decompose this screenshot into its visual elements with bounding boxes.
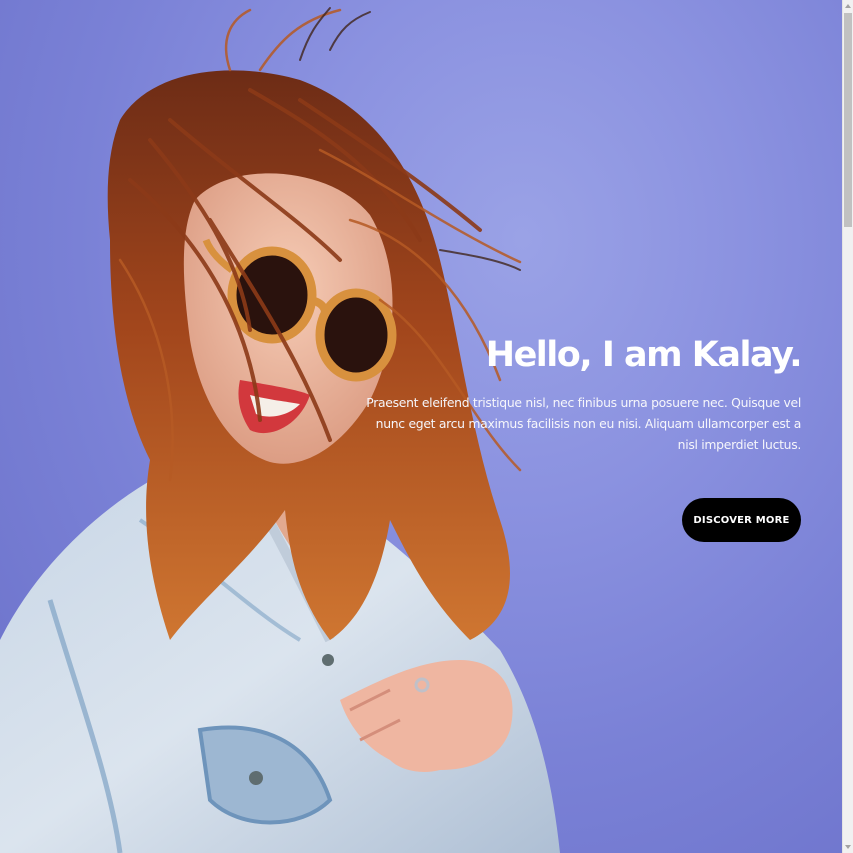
hero-title: Hello, I am Kalay.: [485, 335, 803, 375]
scroll-down-arrow-icon[interactable]: [845, 845, 851, 849]
scroll-up-arrow-icon[interactable]: [845, 4, 851, 8]
discover-more-button[interactable]: DISCOVER MORE: [682, 498, 801, 542]
scrollbar-thumb[interactable]: [844, 13, 852, 227]
hero-description: Praesent eleifend tristique nisl, nec fi…: [366, 395, 801, 452]
vertical-scrollbar[interactable]: [842, 0, 853, 853]
hero-section: Hello, I am Kalay. Praesent eleifend tri…: [0, 0, 842, 853]
hero-text-block: Hello, I am Kalay. Praesent eleifend tri…: [361, 333, 803, 455]
page: Hello, I am Kalay. Praesent eleifend tri…: [0, 0, 853, 853]
